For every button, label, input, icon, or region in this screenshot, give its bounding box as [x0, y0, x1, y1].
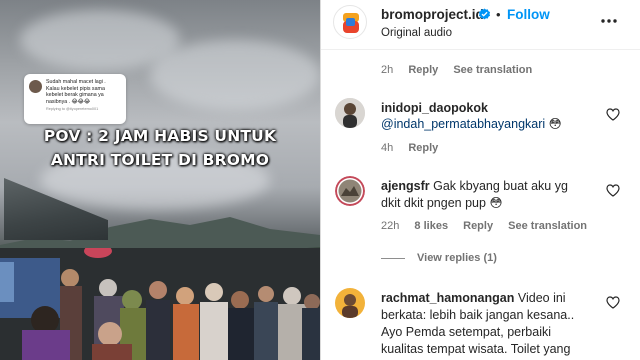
- reel-video[interactable]: Sudah mahal macet lagi . Kalau kebelet p…: [0, 0, 320, 360]
- heart-icon[interactable]: [606, 184, 620, 197]
- reply-comment-sticker: Sudah mahal macet lagi . Kalau kebelet p…: [24, 74, 126, 124]
- comment-text-line: berkata: lebih baik jangan kesana..: [381, 308, 575, 322]
- more-options-icon[interactable]: [599, 13, 619, 29]
- view-replies-label[interactable]: View replies (1): [417, 252, 497, 264]
- crowd-of-people: [0, 248, 320, 360]
- user-avatar-icon: [335, 176, 365, 206]
- comment-body: ajengsfr Gak kbyang buat aku yg: [381, 178, 568, 195]
- verified-badge-icon: [478, 8, 491, 20]
- caption-reply-button[interactable]: Reply: [408, 64, 438, 76]
- post-username[interactable]: bromoproject.id: [381, 7, 484, 22]
- comment-likes[interactable]: 8 likes: [414, 220, 448, 232]
- caption-meta-row: 2h Reply See translation: [381, 64, 532, 76]
- heart-icon[interactable]: [606, 108, 620, 121]
- profile-avatar[interactable]: [333, 5, 367, 39]
- comment-username[interactable]: inidopi_daopokok: [381, 99, 488, 117]
- comment-emoji: 😳: [489, 196, 503, 210]
- comment-text-line: kualitas tempat wisata. Toilet yang: [381, 342, 571, 356]
- cloud: [150, 40, 320, 110]
- comment-text: Video ini: [517, 291, 566, 305]
- comment-emoji: 😳: [548, 117, 562, 131]
- comment-username[interactable]: ajengsfr: [381, 179, 430, 193]
- caption-time: 2h: [381, 64, 394, 76]
- header-separator: •: [496, 7, 501, 22]
- comment-avatar[interactable]: [335, 176, 365, 206]
- brand-logo-icon: [343, 13, 359, 33]
- mention-link[interactable]: @indah_permatabhayangkari: [381, 117, 545, 131]
- caption-see-translation[interactable]: See translation: [453, 64, 532, 76]
- sticker-text: Sudah mahal macet lagi .: [46, 79, 106, 85]
- user-avatar-icon: [335, 288, 365, 318]
- comment-reply-button[interactable]: Reply: [463, 220, 493, 232]
- comment-see-translation[interactable]: See translation: [508, 220, 587, 232]
- comment-meta-row: 22h 8 likes Reply See translation: [381, 220, 587, 232]
- sticker-text: nasibnya . 😂😂😂: [46, 98, 91, 105]
- follow-button[interactable]: Follow: [507, 7, 550, 22]
- sticker-replying-to: Replying to @tiyoperetemo001: [46, 107, 99, 112]
- comments-panel: bromoproject.id • Follow Original audio …: [320, 0, 640, 360]
- sticker-text: kebelet berak gimana ya: [46, 92, 104, 99]
- audio-link[interactable]: Original audio: [381, 27, 452, 39]
- comment-text: @indah_permatabhayangkari 😳: [381, 116, 562, 133]
- video-caption-line-2: ANTRI TOILET DI BROMO: [50, 151, 270, 169]
- sticker-avatar: [29, 80, 42, 93]
- comment-avatar[interactable]: [335, 98, 365, 128]
- comment-text-line: dkit dkit pngen pup 😳: [381, 195, 502, 212]
- comment-avatar[interactable]: [335, 288, 365, 318]
- comment-username[interactable]: rachmat_hamonangan: [381, 291, 514, 305]
- comment-reply-button[interactable]: Reply: [408, 142, 438, 154]
- replies-divider: [381, 257, 405, 259]
- video-caption-line-1: POV : 2 JAM HABIS UNTUK: [43, 127, 277, 145]
- post-header: bromoproject.id • Follow Original audio: [321, 0, 640, 50]
- comment-time: 22h: [381, 220, 400, 232]
- comment-meta-row: 4h Reply: [381, 142, 438, 154]
- comment-text: Gak kbyang buat aku yg: [433, 179, 568, 193]
- view-replies-button[interactable]: View replies (1): [381, 252, 497, 264]
- comment-text-line: Ayo Pemda setempat, perbaiki: [381, 325, 552, 339]
- comment-time: 4h: [381, 142, 394, 154]
- user-avatar-icon: [335, 98, 365, 128]
- heart-icon[interactable]: [606, 296, 620, 309]
- comment-body: rachmat_hamonangan Video ini: [381, 290, 566, 307]
- sticker-text: Kalau kebelet pipis sama: [46, 85, 105, 92]
- comment-text: dkit dkit pngen pup: [381, 196, 486, 210]
